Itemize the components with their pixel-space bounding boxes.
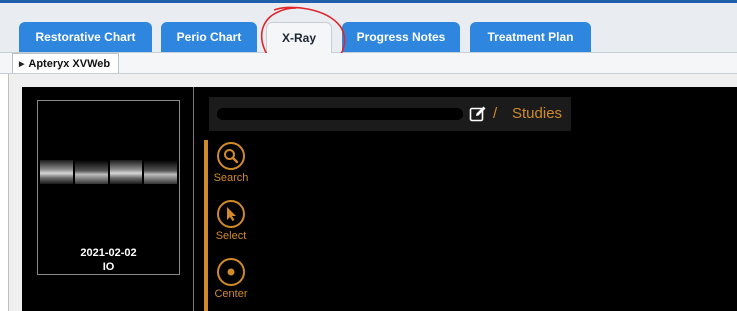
tab-restorative-chart[interactable]: Restorative Chart (19, 22, 152, 52)
tab-x-ray[interactable]: X-Ray (266, 22, 332, 53)
app-top-bar (0, 0, 737, 17)
select-tool-button[interactable]: Select (211, 200, 251, 242)
caret-right-icon: ▶ (19, 60, 25, 68)
tab-progress-notes[interactable]: Progress Notes (342, 22, 460, 52)
study-thumbnail[interactable]: 2021-02-02 IO (37, 100, 180, 275)
tab-treatment-plan[interactable]: Treatment Plan (470, 22, 591, 52)
tool-rail (204, 140, 208, 311)
xray-image-strip (38, 160, 179, 184)
search-tool-label: Search (213, 172, 249, 184)
center-icon (217, 258, 245, 286)
edit-icon[interactable] (469, 105, 487, 123)
cursor-icon (217, 200, 245, 228)
module-tab-apteryx[interactable]: ▶ Apteryx XVWeb (12, 53, 120, 73)
center-tool-label: Center (214, 288, 248, 300)
study-header-bar: / Studies (209, 97, 571, 131)
study-modality: IO (102, 261, 115, 273)
search-tool-button[interactable]: Search (211, 142, 251, 184)
xray-viewer: 2021-02-02 IO / Studies Search Select Ce… (22, 87, 737, 311)
xray-image (109, 160, 143, 184)
module-tab-bar: ▶ Apteryx XVWeb (0, 53, 737, 74)
top-accent-strip (0, 0, 737, 3)
xray-image (74, 160, 108, 184)
study-thumbnail-panel: 2021-02-02 IO (22, 87, 194, 311)
xray-image (144, 160, 177, 184)
breadcrumb-separator: / (493, 105, 498, 122)
xray-image (40, 160, 73, 184)
tab-perio-chart[interactable]: Perio Chart (161, 22, 257, 52)
center-tool-button[interactable]: Center (211, 258, 251, 300)
breadcrumb-studies-link[interactable]: Studies (512, 105, 562, 122)
study-date: 2021-02-02 (80, 247, 137, 259)
search-icon (217, 142, 245, 170)
redacted-patient-name (217, 108, 463, 120)
chart-tab-bar: Restorative Chart Perio Chart X-Ray Prog… (0, 16, 737, 53)
select-tool-label: Select (215, 230, 247, 242)
module-tab-label: Apteryx XVWeb (28, 57, 111, 70)
